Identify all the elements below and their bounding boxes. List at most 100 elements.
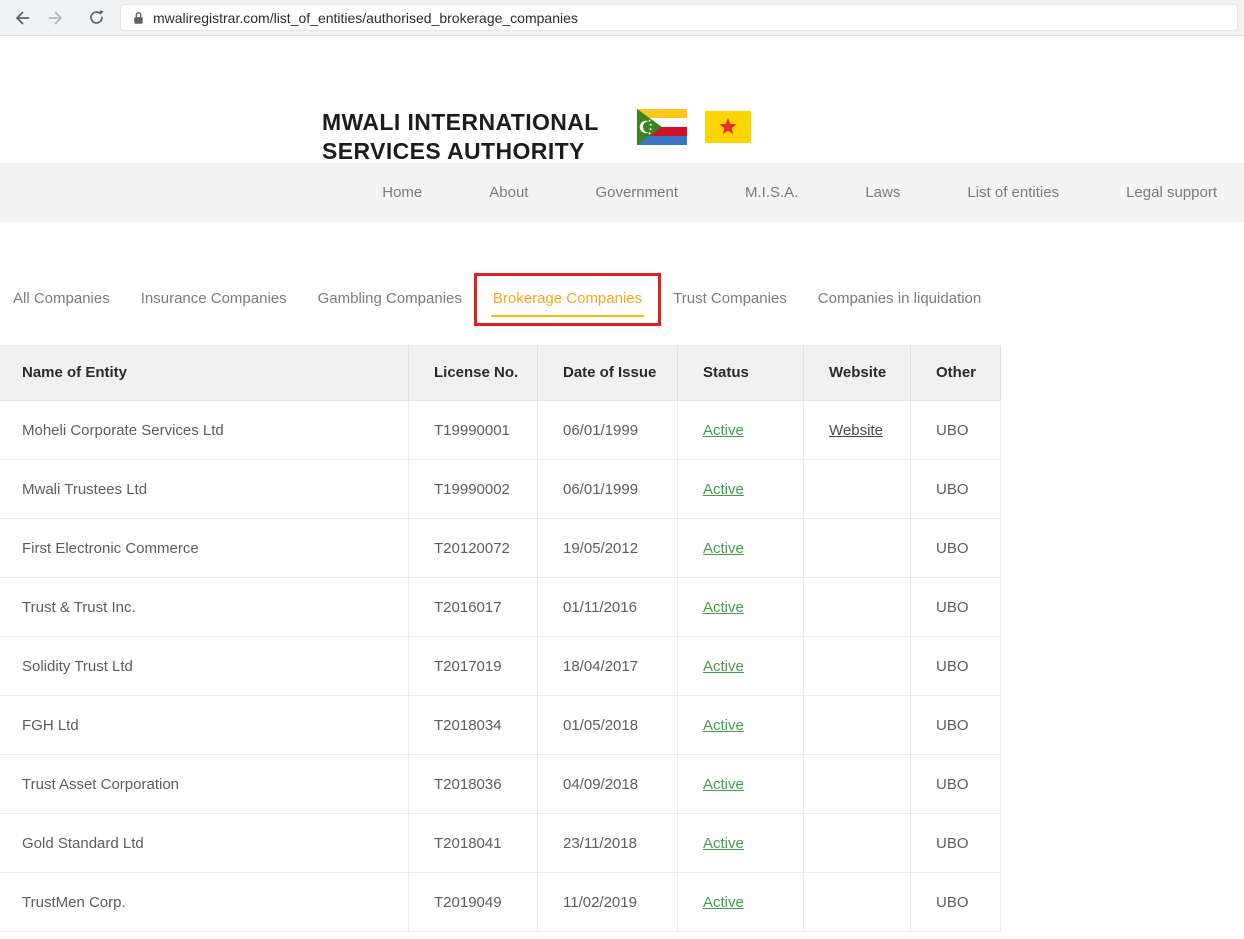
refresh-icon xyxy=(88,9,105,26)
date-of-issue-cell: 18/04/2017 xyxy=(538,637,678,695)
website-cell: Website xyxy=(804,401,911,459)
entity-name-cell: Gold Standard Ltd xyxy=(0,814,409,872)
entity-name-cell: First Electronic Commerce xyxy=(0,519,409,577)
status-cell: Active xyxy=(678,578,804,636)
website-cell xyxy=(804,519,911,577)
tab-trust-companies[interactable]: Trust Companies xyxy=(673,290,787,307)
back-button[interactable] xyxy=(10,6,34,30)
back-arrow-icon xyxy=(13,9,31,27)
column-header-other: Other xyxy=(911,345,1001,400)
license-no-cell: T2018041 xyxy=(409,814,538,872)
other-cell: UBO xyxy=(911,578,1001,636)
tab-insurance-companies[interactable]: Insurance Companies xyxy=(141,290,287,307)
column-header-license-no: License No. xyxy=(409,345,538,400)
star-flag-icon xyxy=(705,111,751,143)
date-of-issue-cell: 04/09/2018 xyxy=(538,755,678,813)
status-link[interactable]: Active xyxy=(703,599,744,616)
status-link[interactable]: Active xyxy=(703,481,744,498)
nav-item-home[interactable]: Home xyxy=(382,184,422,201)
status-link[interactable]: Active xyxy=(703,894,744,911)
other-cell: UBO xyxy=(911,873,1001,931)
status-cell: Active xyxy=(678,814,804,872)
status-cell: Active xyxy=(678,755,804,813)
nav-item-legal-support[interactable]: Legal support xyxy=(1126,184,1217,201)
site-title: MWALI INTERNATIONAL SERVICES AUTHORITY xyxy=(322,108,599,166)
site-title-line2: SERVICES AUTHORITY xyxy=(322,137,599,166)
license-no-cell: T2016017 xyxy=(409,578,538,636)
license-no-cell: T2017019 xyxy=(409,637,538,695)
date-of-issue-cell: 01/05/2018 xyxy=(538,696,678,754)
entity-name-cell: Trust & Trust Inc. xyxy=(0,578,409,636)
status-cell: Active xyxy=(678,519,804,577)
table-row: FGH LtdT201803401/05/2018ActiveUBO xyxy=(0,696,1001,755)
date-of-issue-cell: 19/05/2012 xyxy=(538,519,678,577)
nav-item-laws[interactable]: Laws xyxy=(865,184,900,201)
tab-gambling-companies[interactable]: Gambling Companies xyxy=(318,290,462,307)
license-no-cell: T19990002 xyxy=(409,460,538,518)
website-cell xyxy=(804,696,911,754)
website-link[interactable]: Website xyxy=(829,422,883,439)
table-row: Moheli Corporate Services LtdT1999000106… xyxy=(0,401,1001,460)
nav-item-government[interactable]: Government xyxy=(595,184,678,201)
refresh-button[interactable] xyxy=(84,6,108,30)
status-cell: Active xyxy=(678,696,804,754)
nav-item-about[interactable]: About xyxy=(489,184,528,201)
date-of-issue-cell: 01/11/2016 xyxy=(538,578,678,636)
license-no-cell: T2018036 xyxy=(409,755,538,813)
date-of-issue-cell: 06/01/1999 xyxy=(538,460,678,518)
website-cell xyxy=(804,755,911,813)
address-bar[interactable]: mwaliregistrar.com/list_of_entities/auth… xyxy=(120,4,1238,31)
nav-item-list-of-entities[interactable]: List of entities xyxy=(967,184,1059,201)
other-cell: UBO xyxy=(911,401,1001,459)
main-nav: Home About Government M.I.S.A. Laws List of e… xyxy=(0,163,1244,222)
status-cell: Active xyxy=(678,401,804,459)
entity-name-cell: FGH Ltd xyxy=(0,696,409,754)
column-header-date-of-issue: Date of Issue xyxy=(538,345,678,400)
tab-companies-in-liquidation[interactable]: Companies in liquidation xyxy=(818,290,981,307)
license-no-cell: T2019049 xyxy=(409,873,538,931)
table-row: TrustMen Corp.T201904911/02/2019ActiveUB… xyxy=(0,873,1001,932)
entity-name-cell: Solidity Trust Ltd xyxy=(0,637,409,695)
website-cell xyxy=(804,637,911,695)
table-row: Mwali Trustees LtdT1999000206/01/1999 Act… xyxy=(0,460,1001,519)
date-of-issue-cell: 06/01/1999 xyxy=(538,401,678,459)
url-text: mwaliregistrar.com/list_of_entities/auth… xyxy=(153,10,578,26)
entity-name-cell: Mwali Trustees Ltd xyxy=(0,460,409,518)
status-link[interactable]: Active xyxy=(703,540,744,557)
license-no-cell: T20120072 xyxy=(409,519,538,577)
site-header: MWALI INTERNATIONAL SERVICES AUTHORITY xyxy=(0,36,1244,163)
status-link[interactable]: Active xyxy=(703,658,744,675)
forward-button[interactable] xyxy=(44,6,68,30)
tabs-row: All Companies Insurance Companies Gambling… xyxy=(0,272,1244,325)
entity-table: Name of EntityLicense No.Date of IssueSt… xyxy=(0,345,1001,932)
table-row: Trust Asset CorporationT201803604/09/201… xyxy=(0,755,1001,814)
table-row: Trust & Trust Inc.T201601701/11/2016 Acti… xyxy=(0,578,1001,637)
tab-all-companies[interactable]: All Companies xyxy=(13,290,110,307)
tab-brokerage-companies[interactable]: Brokerage Companies xyxy=(493,290,642,307)
other-cell: UBO xyxy=(911,755,1001,813)
table-body: Moheli Corporate Services LtdT1999000106… xyxy=(0,401,1001,932)
table-row: Solidity Trust LtdT201701918/04/2017 Acti… xyxy=(0,637,1001,696)
column-header-website: Website xyxy=(804,345,911,400)
status-link[interactable]: Active xyxy=(703,717,744,734)
other-cell: UBO xyxy=(911,460,1001,518)
active-tab-highlight-box: Brokerage Companies xyxy=(474,273,661,326)
status-link[interactable]: Active xyxy=(703,776,744,793)
table-header-row: Name of EntityLicense No.Date of IssueSt… xyxy=(0,345,1001,401)
entity-name-cell: TrustMen Corp. xyxy=(0,873,409,931)
status-link[interactable]: Active xyxy=(703,835,744,852)
forward-arrow-icon xyxy=(47,9,65,27)
date-of-issue-cell: 23/11/2018 xyxy=(538,814,678,872)
other-cell: UBO xyxy=(911,637,1001,695)
other-cell: UBO xyxy=(911,814,1001,872)
column-header-status: Status xyxy=(678,345,804,400)
status-link[interactable]: Active xyxy=(703,422,744,439)
website-cell xyxy=(804,460,911,518)
entity-name-cell: Moheli Corporate Services Ltd xyxy=(0,401,409,459)
comoros-flag-icon xyxy=(637,109,687,145)
table-row: First Electronic CommerceT2012007219/05/… xyxy=(0,519,1001,578)
website-cell xyxy=(804,578,911,636)
entity-name-cell: Trust Asset Corporation xyxy=(0,755,409,813)
nav-item-m-i-s-a[interactable]: M.I.S.A. xyxy=(745,184,798,201)
lock-icon xyxy=(133,11,144,25)
